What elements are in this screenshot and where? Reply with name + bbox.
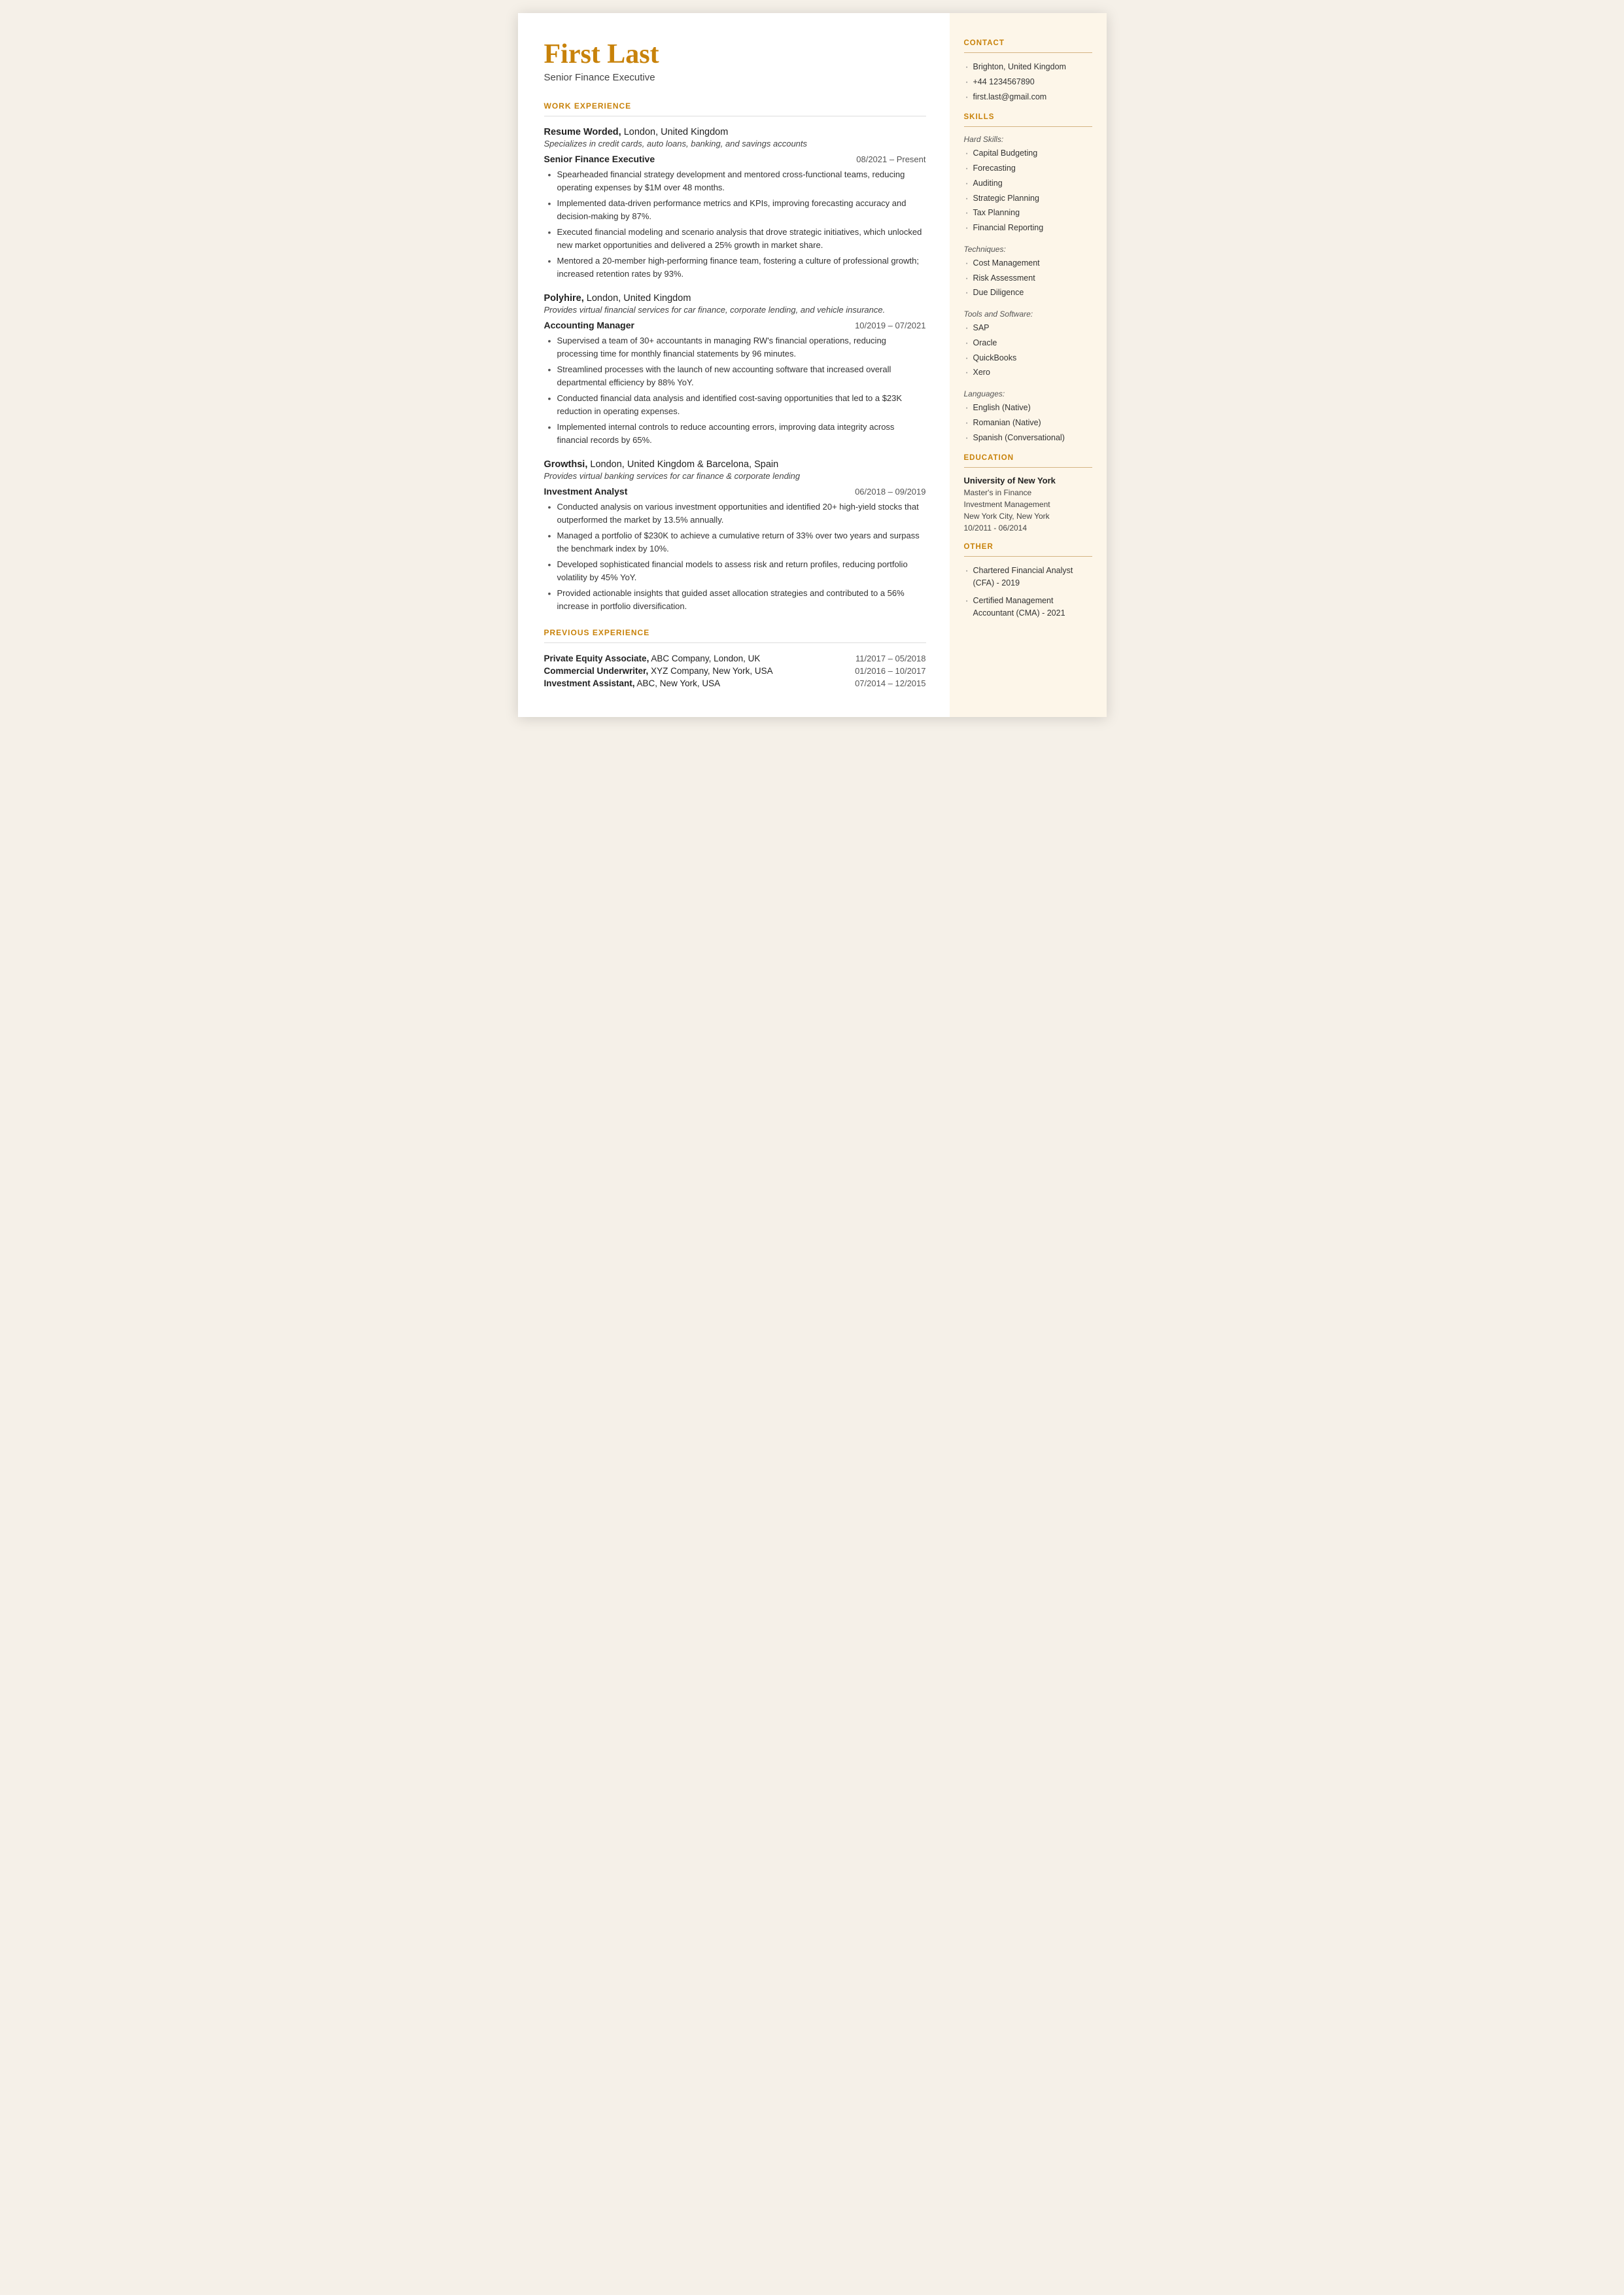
skill-strategic-planning: Strategic Planning — [964, 192, 1092, 205]
hard-skills-list: Capital Budgeting Forecasting Auditing S… — [964, 147, 1092, 234]
contact-heading: CONTACT — [964, 39, 1092, 47]
prev-exp-title-1: Private Equity Associate, ABC Company, L… — [544, 654, 761, 663]
prev-exp-title-2: Commercial Underwriter, XYZ Company, New… — [544, 666, 773, 676]
job-title-1: Senior Finance Executive — [544, 154, 655, 164]
skill-capital-budgeting: Capital Budgeting — [964, 147, 1092, 160]
employer-desc-1: Specializes in credit cards, auto loans,… — [544, 139, 926, 149]
tools-list: SAP Oracle QuickBooks Xero — [964, 322, 1092, 379]
job-dates-3: 06/2018 – 09/2019 — [855, 487, 925, 497]
job-row-1: Senior Finance Executive 08/2021 – Prese… — [544, 154, 926, 164]
technique-cost-management: Cost Management — [964, 257, 1092, 270]
job-bullets-2: Supervised a team of 30+ accountants in … — [547, 334, 926, 446]
header-section: First Last Senior Finance Executive — [544, 39, 926, 83]
contact-phone: +44 1234567890 — [964, 76, 1092, 88]
employer-desc-2: Provides virtual financial services for … — [544, 305, 926, 315]
previous-experience-heading: PREVIOUS EXPERIENCE — [544, 628, 926, 637]
edu-dates-1: 10/2011 - 06/2014 — [964, 522, 1092, 534]
job-title-3: Investment Analyst — [544, 486, 628, 497]
languages-list: English (Native) Romanian (Native) Spani… — [964, 402, 1092, 444]
edu-location-1: New York City, New York — [964, 510, 1092, 522]
language-english: English (Native) — [964, 402, 1092, 414]
resume-page: First Last Senior Finance Executive WORK… — [518, 13, 1107, 717]
tool-sap: SAP — [964, 322, 1092, 334]
other-list: Chartered Financial Analyst (CFA) - 2019… — [964, 565, 1092, 619]
employer-name-1: Resume Worded, London, United Kingdom — [544, 127, 926, 137]
skill-financial-reporting: Financial Reporting — [964, 222, 1092, 234]
other-heading: OTHER — [964, 543, 1092, 551]
contact-divider — [964, 52, 1092, 53]
language-romanian: Romanian (Native) — [964, 417, 1092, 429]
prev-exp-row-1: Private Equity Associate, ABC Company, L… — [544, 654, 926, 663]
prev-exp-dates-1: 11/2017 – 05/2018 — [855, 654, 925, 663]
previous-experience-list: Private Equity Associate, ABC Company, L… — [544, 654, 926, 688]
employer-polyhire: Polyhire, London, United Kingdom Provide… — [544, 293, 926, 446]
previous-experience-divider — [544, 642, 926, 643]
bullet-item: Conducted financial data analysis and id… — [547, 392, 926, 417]
technique-due-diligence: Due Diligence — [964, 287, 1092, 299]
contact-list: Brighton, United Kingdom +44 1234567890 … — [964, 61, 1092, 103]
bullet-item: Provided actionable insights that guided… — [547, 587, 926, 612]
prev-exp-row-3: Investment Assistant, ABC, New York, USA… — [544, 678, 926, 688]
contact-location: Brighton, United Kingdom — [964, 61, 1092, 73]
bullet-item: Mentored a 20-member high-performing fin… — [547, 254, 926, 280]
job-bullets-3: Conducted analysis on various investment… — [547, 500, 926, 612]
bullet-item: Developed sophisticated financial models… — [547, 558, 926, 584]
bullet-item: Supervised a team of 30+ accountants in … — [547, 334, 926, 360]
bullet-item: Spearheaded financial strategy developme… — [547, 168, 926, 194]
other-cma: Certified Management Accountant (CMA) - … — [964, 595, 1092, 620]
bullet-item: Managed a portfolio of $230K to achieve … — [547, 529, 926, 555]
bullet-item: Streamlined processes with the launch of… — [547, 363, 926, 389]
employer-name-2: Polyhire, London, United Kingdom — [544, 293, 926, 304]
employer-growthsi: Growthsi, London, United Kingdom & Barce… — [544, 459, 926, 612]
skill-tax-planning: Tax Planning — [964, 207, 1092, 219]
prev-exp-dates-3: 07/2014 – 12/2015 — [855, 678, 925, 688]
job-row-2: Accounting Manager 10/2019 – 07/2021 — [544, 320, 926, 330]
skill-forecasting: Forecasting — [964, 162, 1092, 175]
job-title-2: Accounting Manager — [544, 320, 634, 330]
prev-exp-title-3: Investment Assistant, ABC, New York, USA — [544, 678, 721, 688]
edu-degree-1: Master's in Finance — [964, 487, 1092, 499]
bullet-item: Implemented internal controls to reduce … — [547, 421, 926, 446]
prev-exp-row-2: Commercial Underwriter, XYZ Company, New… — [544, 666, 926, 676]
skill-auditing: Auditing — [964, 177, 1092, 190]
hard-skills-subtitle: Hard Skills: — [964, 135, 1092, 144]
skills-divider — [964, 126, 1092, 127]
education-heading: EDUCATION — [964, 454, 1092, 462]
tool-xero: Xero — [964, 366, 1092, 379]
edu-school-1: University of New York — [964, 476, 1092, 485]
candidate-name: First Last — [544, 39, 926, 69]
bullet-item: Implemented data-driven performance metr… — [547, 197, 926, 222]
tool-quickbooks: QuickBooks — [964, 352, 1092, 364]
techniques-subtitle: Techniques: — [964, 245, 1092, 254]
skills-heading: SKILLS — [964, 113, 1092, 121]
right-column: CONTACT Brighton, United Kingdom +44 123… — [950, 13, 1107, 717]
employer-resume-worded: Resume Worded, London, United Kingdom Sp… — [544, 127, 926, 280]
employer-desc-3: Provides virtual banking services for ca… — [544, 471, 926, 481]
candidate-title: Senior Finance Executive — [544, 72, 926, 83]
other-block: Chartered Financial Analyst (CFA) - 2019… — [964, 565, 1092, 619]
language-spanish: Spanish (Conversational) — [964, 432, 1092, 444]
job-dates-2: 10/2019 – 07/2021 — [855, 321, 925, 330]
job-row-3: Investment Analyst 06/2018 – 09/2019 — [544, 486, 926, 497]
left-column: First Last Senior Finance Executive WORK… — [518, 13, 950, 717]
work-experience-heading: WORK EXPERIENCE — [544, 101, 926, 111]
bullet-item: Conducted analysis on various investment… — [547, 500, 926, 526]
technique-risk-assessment: Risk Assessment — [964, 272, 1092, 285]
languages-subtitle: Languages: — [964, 389, 1092, 398]
tools-subtitle: Tools and Software: — [964, 309, 1092, 319]
bullet-item: Executed financial modeling and scenario… — [547, 226, 926, 251]
job-dates-1: 08/2021 – Present — [856, 154, 925, 164]
job-bullets-1: Spearheaded financial strategy developme… — [547, 168, 926, 280]
edu-field-1: Investment Management — [964, 499, 1092, 510]
other-cfa: Chartered Financial Analyst (CFA) - 2019 — [964, 565, 1092, 589]
tool-oracle: Oracle — [964, 337, 1092, 349]
education-block-1: University of New York Master's in Finan… — [964, 476, 1092, 534]
other-divider — [964, 556, 1092, 557]
techniques-list: Cost Management Risk Assessment Due Dili… — [964, 257, 1092, 299]
employer-name-3: Growthsi, London, United Kingdom & Barce… — [544, 459, 926, 470]
prev-exp-dates-2: 01/2016 – 10/2017 — [855, 666, 925, 676]
education-divider — [964, 467, 1092, 468]
contact-email: first.last@gmail.com — [964, 91, 1092, 103]
